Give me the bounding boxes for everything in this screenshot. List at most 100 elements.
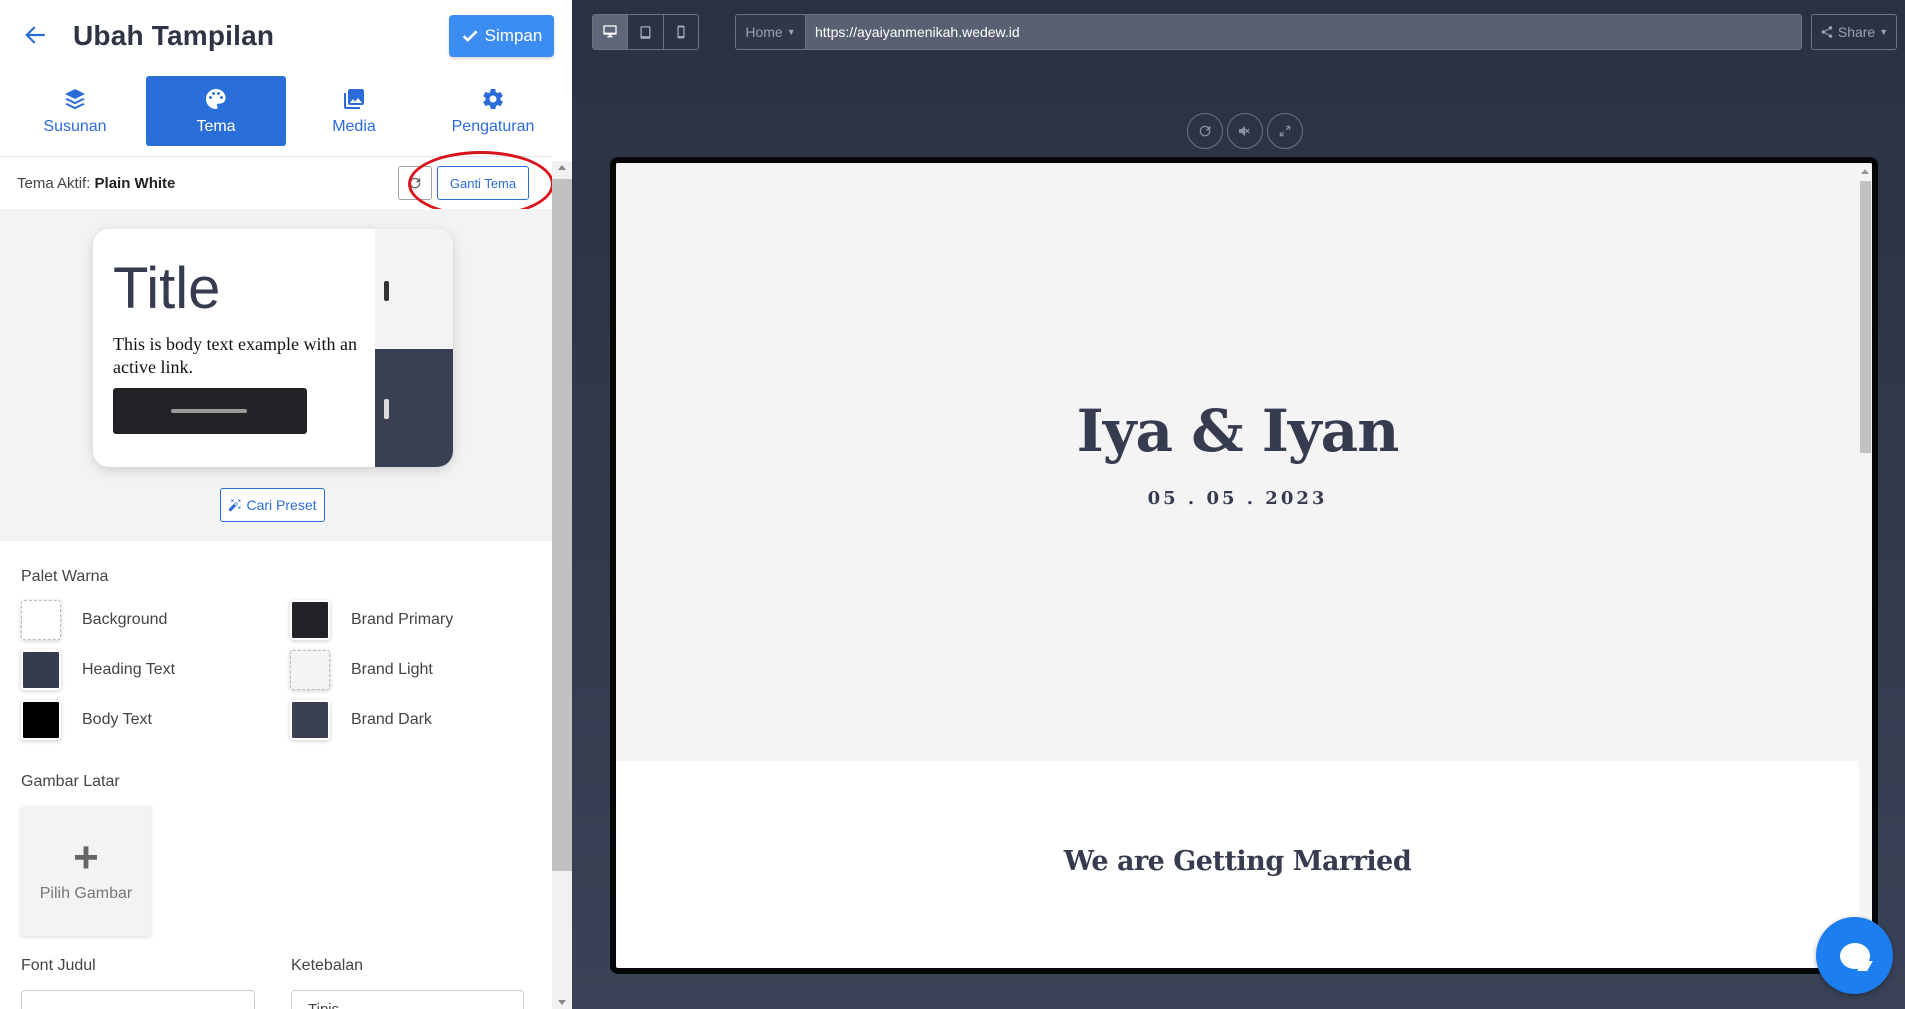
color-swatch — [21, 650, 61, 690]
color-label: Brand Light — [351, 661, 433, 678]
scroll-up-icon[interactable] — [1861, 169, 1869, 174]
color-swatch — [290, 650, 330, 690]
color-swatch — [21, 600, 61, 640]
mobile-icon — [677, 25, 685, 39]
layers-icon — [65, 88, 85, 109]
scroll-up-icon[interactable] — [558, 165, 566, 170]
tablet-icon — [640, 25, 651, 39]
device-switcher — [592, 14, 699, 50]
back-arrow-icon[interactable] — [22, 22, 48, 48]
gear-icon — [483, 88, 503, 109]
color-label: Body Text — [82, 711, 152, 728]
font-weight-label: Ketebalan — [291, 957, 364, 974]
active-theme-prefix: Tema Aktif: — [17, 175, 91, 192]
editor-tabs: Susunan Tema Media Pengaturan — [0, 76, 572, 146]
chat-bubble-icon — [1839, 942, 1870, 969]
title-font-select[interactable] — [21, 990, 255, 1009]
desktop-icon — [603, 25, 617, 38]
save-button[interactable]: Simpan — [449, 15, 554, 57]
color-label: Background — [82, 611, 168, 628]
images-icon — [344, 88, 364, 109]
mute-button[interactable] — [1227, 113, 1263, 149]
site-preview-frame: Iya & Iyan 05 . 05 . 2023 We are Getting… — [610, 157, 1878, 974]
tab-tema[interactable]: Tema — [146, 76, 286, 146]
save-label: Simpan — [484, 26, 543, 45]
scrollbar-thumb[interactable] — [552, 179, 572, 871]
color-background[interactable]: Background — [21, 600, 167, 640]
active-theme-bar: Tema Aktif: Plain White Ganti Tema — [0, 156, 552, 208]
magic-wand-icon — [229, 499, 242, 512]
caret-down-icon: ▼ — [1879, 27, 1889, 37]
background-image-heading: Gambar Latar — [21, 773, 120, 790]
editor-panel: Ubah Tampilan Simpan Susunan Tema Media … — [0, 0, 572, 1009]
preview-light-panel — [375, 229, 453, 349]
find-preset-label: Cari Preset — [246, 497, 317, 513]
palette-icon — [206, 88, 226, 109]
chat-button[interactable] — [1816, 917, 1893, 994]
title-font-label: Font Judul — [21, 957, 96, 974]
page-title: Ubah Tampilan — [73, 20, 275, 51]
mobile-view-button[interactable] — [664, 15, 698, 49]
theme-preview-area: Title This is body text example with an … — [0, 209, 552, 541]
tab-media[interactable]: Media — [284, 76, 424, 146]
tablet-view-button[interactable] — [628, 15, 664, 49]
wedding-date: 05 . 05 . 2023 — [1147, 488, 1328, 509]
tab-pengaturan[interactable]: Pengaturan — [423, 76, 563, 146]
plus-icon: + — [73, 833, 99, 882]
refresh-theme-button[interactable] — [398, 166, 432, 200]
reload-preview-button[interactable] — [1187, 113, 1223, 149]
font-weight-select[interactable]: Tipis — [291, 990, 524, 1009]
palette-heading: Palet Warna — [21, 568, 109, 585]
page-select-label: Home — [745, 24, 783, 40]
choose-image-button[interactable]: + Pilih Gambar — [21, 806, 151, 936]
refresh-icon — [409, 177, 421, 189]
preview-body-text: This is body text example with an active… — [113, 334, 357, 377]
tab-label: Susunan — [43, 117, 107, 135]
color-swatch — [290, 600, 330, 640]
choose-image-label: Pilih Gambar — [39, 885, 133, 902]
color-heading-text[interactable]: Heading Text — [21, 650, 175, 690]
desktop-view-button[interactable] — [593, 15, 629, 49]
section-title: We are Getting Married — [1063, 846, 1412, 877]
share-label: Share — [1837, 24, 1876, 40]
color-swatch — [290, 700, 330, 740]
theme-preview-card: Title This is body text example with an … — [93, 229, 453, 467]
color-brand-dark[interactable]: Brand Dark — [290, 700, 432, 740]
color-label: Brand Dark — [351, 711, 432, 728]
tab-susunan[interactable]: Susunan — [5, 76, 145, 146]
url-bar: Home ▼ https://ayaiyanmenikah.wedew.id — [735, 14, 1802, 50]
color-brand-light[interactable]: Brand Light — [290, 650, 433, 690]
color-swatch — [21, 700, 61, 740]
share-icon — [1821, 26, 1833, 38]
editor-header: Ubah Tampilan Simpan — [0, 0, 572, 70]
hero-section: Iya & Iyan 05 . 05 . 2023 — [616, 163, 1859, 761]
color-brand-primary[interactable]: Brand Primary — [290, 600, 453, 640]
find-preset-button[interactable]: Cari Preset — [220, 488, 325, 522]
color-label: Heading Text — [82, 661, 176, 678]
active-theme-name: Plain White — [94, 175, 176, 192]
couple-names: Iya & Iyan — [1076, 397, 1400, 465]
color-label: Brand Primary — [351, 611, 454, 628]
change-theme-button[interactable]: Ganti Tema — [437, 166, 529, 200]
reload-icon — [1199, 125, 1211, 137]
scroll-down-icon[interactable] — [558, 1000, 566, 1005]
check-icon — [462, 30, 478, 43]
tab-label: Media — [332, 117, 376, 135]
preview-dark-panel — [375, 349, 453, 467]
preview-scrollbar[interactable] — [1859, 163, 1872, 968]
site-preview-panel: Home ▼ https://ayaiyanmenikah.wedew.id S… — [572, 0, 1905, 1009]
volume-mute-icon — [1239, 125, 1250, 137]
expand-icon — [1279, 125, 1291, 137]
active-theme-label: Tema Aktif: Plain White — [17, 175, 175, 192]
scrollbar-thumb[interactable] — [1860, 181, 1871, 453]
color-body-text[interactable]: Body Text — [21, 700, 152, 740]
tab-label: Tema — [196, 117, 236, 135]
site-url[interactable]: https://ayaiyanmenikah.wedew.id — [806, 15, 1801, 49]
page-select-dropdown[interactable]: Home ▼ — [736, 15, 806, 49]
caret-down-icon: ▼ — [786, 27, 796, 37]
panel-scrollbar[interactable] — [552, 161, 572, 1009]
tab-label: Pengaturan — [451, 117, 535, 135]
fullscreen-button[interactable] — [1267, 113, 1303, 149]
share-button[interactable]: Share ▼ — [1811, 14, 1897, 50]
preview-button — [113, 388, 307, 434]
